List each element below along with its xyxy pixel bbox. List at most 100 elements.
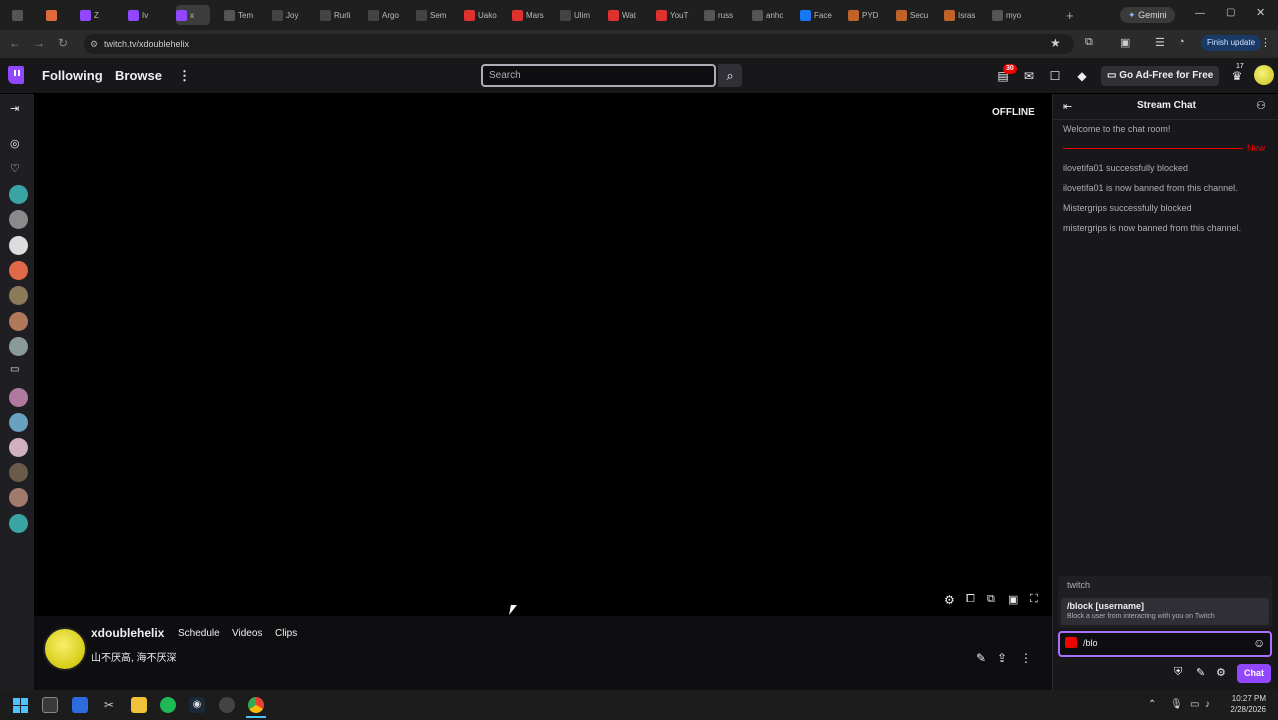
followed-channel-avatar[interactable] [9,438,28,457]
recommended-camera-icon[interactable]: ▭ [10,364,19,375]
volume-icon[interactable]: ♪ [1205,699,1210,710]
bits-icon[interactable]: ◆ [1074,68,1090,84]
browser-tab[interactable]: Ulim [560,5,594,25]
emote-picker-icon[interactable]: ☺ [1253,636,1265,650]
site-info-icon[interactable]: ⚙ [90,34,98,54]
browser-tab[interactable]: Isras [944,5,978,25]
tab-clips[interactable]: Clips [275,628,297,639]
browser-menu-icon[interactable]: ⋮ [1260,36,1271,49]
followed-channel-avatar[interactable] [9,463,28,482]
fullscreen-icon[interactable]: ⛶ [1030,593,1038,606]
popout-icon[interactable]: ⧉ [987,593,995,606]
theatre-mode-icon[interactable]: ▣ [1008,593,1018,606]
minimize-icon[interactable]: — [1195,8,1205,19]
start-windows-icon[interactable] [13,698,28,713]
browser-tab[interactable] [12,5,32,25]
browser-tab[interactable]: Wat [608,5,642,25]
recorder-icon[interactable] [219,697,235,713]
collapse-chat-icon[interactable]: ⇤ [1063,100,1072,113]
followed-channel-avatar[interactable] [9,388,28,407]
finish-update-button[interactable]: Finish update [1201,35,1262,51]
chat-settings-icon[interactable]: ⚙ [1216,666,1226,679]
followed-channel-avatar[interactable] [9,286,28,305]
share-icon[interactable]: ⇪ [997,651,1007,665]
url-bar[interactable]: ⚙ twitch.tv/xdoublehelix [84,34,1074,54]
chrome-icon[interactable] [248,697,264,713]
browser-tab[interactable]: russ [704,5,738,25]
clip-icon[interactable]: ⧠ [966,593,975,606]
network-icon[interactable]: ▭ [1190,699,1199,710]
followed-channel-avatar[interactable] [9,312,28,331]
more-menu-icon[interactable]: ⋮ [178,68,191,84]
browser-tab[interactable]: Joy [272,5,306,25]
go-ad-free-button[interactable]: ▭ Go Ad-Free for Free [1101,66,1220,86]
tab-schedule[interactable]: Schedule [178,628,220,639]
expand-sidebar-icon[interactable]: ⇥ [10,102,19,115]
capcut-icon[interactable]: ✂ [101,697,117,713]
user-avatar[interactable] [1254,65,1274,85]
channel-avatar[interactable] [43,627,87,671]
browser-tab[interactable]: Iv [128,5,162,25]
browser-tab[interactable]: Tem [224,5,258,25]
channel-more-icon[interactable]: ⋮ [1020,651,1032,665]
followed-channel-avatar[interactable] [9,185,28,204]
browser-tab[interactable]: Uako [464,5,498,25]
microphone-icon[interactable]: 🎙 [1170,699,1183,710]
browser-tab[interactable]: Argo [368,5,402,25]
video-player[interactable] [34,94,1052,616]
followed-heart-icon[interactable]: ♡ [10,162,20,175]
browser-tab[interactable] [46,5,66,25]
chat-pencil-icon[interactable]: ✎ [1196,666,1205,679]
followed-channel-avatar[interactable] [9,413,28,432]
activity-feed-icon[interactable]: ☐ [1047,68,1063,84]
clock-time[interactable]: 10:27 PM [1226,694,1266,703]
edit-pencil-icon[interactable]: ✎ [976,651,986,665]
browser-tab[interactable]: Z [80,5,114,25]
browser-tab[interactable]: YouT [656,5,690,25]
app-icon[interactable] [72,697,88,713]
whispers-icon[interactable]: ✉ [1021,68,1037,84]
followed-channel-avatar[interactable] [9,488,28,507]
gemini-button[interactable]: ✦ Gemini [1120,7,1175,23]
channel-name[interactable]: xdoublehelix [91,626,164,640]
followed-channel-avatar[interactable] [9,337,28,356]
nav-browse-link[interactable]: Browse [115,68,162,83]
badge-icon[interactable] [1065,637,1077,648]
file-explorer-icon[interactable] [131,697,147,713]
clock-date[interactable]: 2/28/2026 [1226,705,1266,714]
new-tab-button[interactable]: + [1066,8,1074,23]
back-icon[interactable]: ← [8,36,22,50]
steam-icon[interactable]: ◉ [189,697,205,713]
profile-icon[interactable]: ◔ [1178,36,1185,48]
twitch-logo-icon[interactable] [8,66,24,84]
prime-crown-icon[interactable]: ♛ [1229,68,1245,84]
search-input[interactable]: Search [481,64,716,87]
browser-tab[interactable]: Face [800,5,834,25]
search-icon[interactable]: ⌕ [718,64,742,87]
browser-tab[interactable]: Secu [896,5,930,25]
for-you-icon[interactable]: ◎ [10,137,20,150]
player-settings-icon[interactable]: ⚙ [944,593,955,607]
close-window-icon[interactable]: ✕ [1256,6,1265,19]
browser-tab[interactable]: PYD [848,5,882,25]
forward-icon[interactable]: → [32,36,46,50]
browser-tab[interactable]: anhc [752,5,786,25]
tray-chevron-icon[interactable]: ⌃ [1148,699,1156,710]
chat-send-button[interactable]: Chat [1237,664,1271,683]
community-icon[interactable]: ⚇ [1256,99,1266,112]
browser-tab[interactable]: myo [992,5,1026,25]
tab-videos[interactable]: Videos [232,628,262,639]
spotify-icon[interactable] [160,697,176,713]
followed-channel-avatar[interactable] [9,261,28,280]
nav-following-link[interactable]: Following [42,68,103,83]
followed-channel-avatar[interactable] [9,236,28,255]
followed-channel-avatar[interactable] [9,210,28,229]
extensions-icon[interactable]: ⧉ [1085,36,1093,49]
maximize-icon[interactable]: ▢ [1226,7,1235,18]
browser-tab[interactable]: x [176,5,210,25]
browser-tab[interactable]: Mars [512,5,546,25]
sidepanel-icon[interactable]: ▣ [1120,36,1130,49]
followed-channel-avatar[interactable] [9,514,28,533]
reload-icon[interactable]: ↻ [56,36,70,50]
mod-shield-icon[interactable]: ⛨ [1174,666,1182,679]
